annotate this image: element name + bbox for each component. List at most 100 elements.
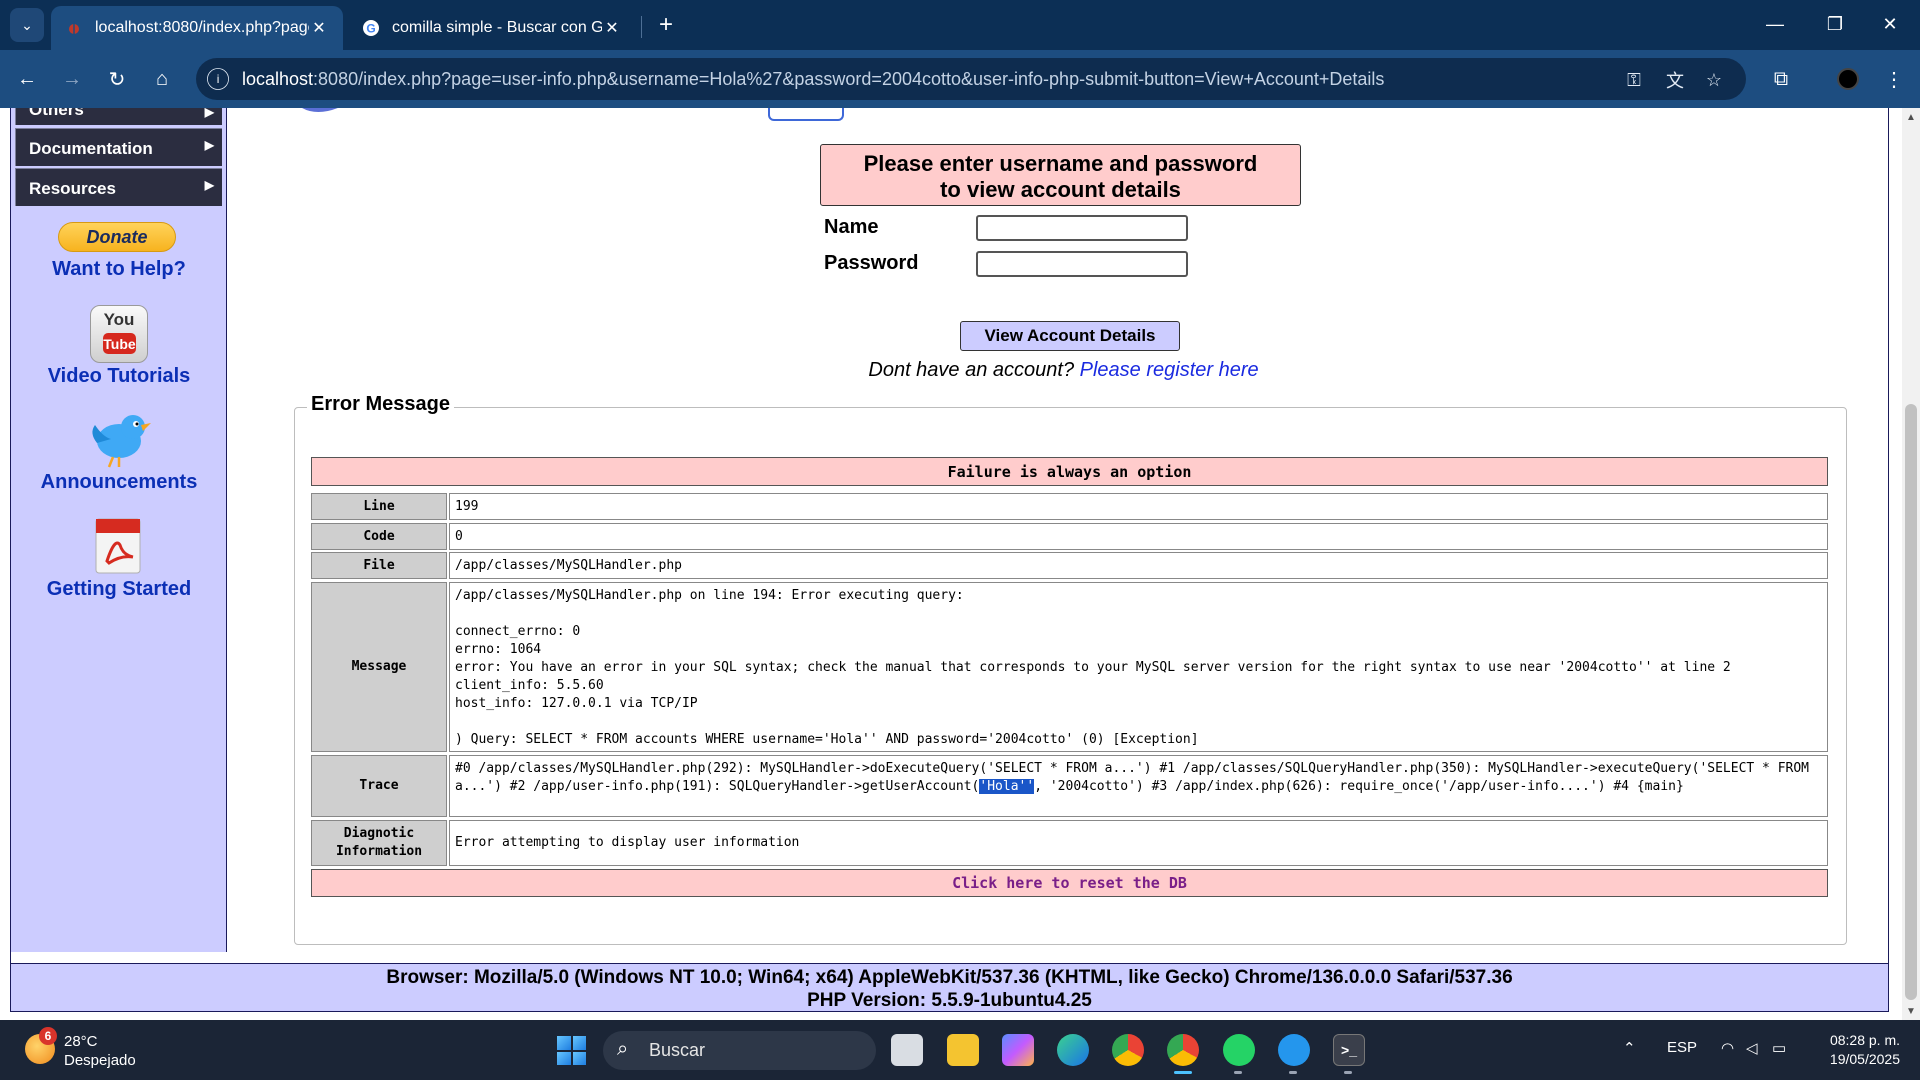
site-logo-fragment	[302, 108, 338, 112]
register-link[interactable]: Please register here	[1080, 359, 1259, 381]
more-menu-icon[interactable]: ⋮	[1879, 64, 1909, 94]
windows-taskbar: 6 28°C Despejado ⌕ Buscar >_ ⌃ ESP ◠ ◁ ▭…	[0, 1020, 1920, 1080]
donate-button[interactable]: Donate	[58, 222, 176, 252]
tab-google-search[interactable]: G comilla simple - Buscar con Google ✕	[348, 6, 636, 50]
home-button[interactable]: ⌂	[146, 63, 178, 95]
caret-right-icon: ▶	[204, 138, 214, 152]
youtube-you-text: You	[103, 310, 135, 329]
taskbar-search[interactable]: ⌕ Buscar	[603, 1031, 876, 1070]
weather-badge: 6	[39, 1027, 57, 1045]
line-value: 199	[449, 493, 1828, 520]
page-scrollbar[interactable]: ▲ ▼	[1902, 108, 1920, 1020]
name-input[interactable]	[976, 215, 1188, 241]
task-view-icon[interactable]	[891, 1034, 923, 1066]
scroll-up-icon[interactable]: ▲	[1902, 108, 1920, 126]
weather-temperature: 28°C	[64, 1033, 98, 1050]
minimize-icon: —	[1766, 13, 1784, 34]
volume-icon[interactable]: ◁	[1746, 1039, 1758, 1057]
file-explorer-icon[interactable]	[947, 1034, 979, 1066]
caret-right-icon: ▶	[204, 108, 214, 119]
menu-item-label: Resources	[29, 179, 116, 198]
menu-item-resources[interactable]: Resources ▶	[15, 168, 222, 206]
youtube-icon[interactable]: You Tube	[90, 305, 148, 363]
plus-icon: +	[658, 11, 673, 38]
error-header: Failure is always an option	[311, 457, 1828, 486]
site-info-icon[interactable]: i	[207, 68, 229, 90]
password-input[interactable]	[976, 251, 1188, 277]
restore-button[interactable]: ❐	[1805, 0, 1865, 48]
tab-title: comilla simple - Buscar con Google	[392, 19, 602, 36]
page-viewport: Others ▶ Documentation ▶ Resources ▶ Don…	[0, 108, 1902, 1020]
video-tutorials-link[interactable]: Video Tutorials	[11, 365, 227, 388]
scroll-down-icon[interactable]: ▼	[1902, 1002, 1920, 1020]
language-indicator[interactable]: ESP	[1667, 1039, 1697, 1056]
file-value: /app/classes/MySQLHandler.php	[449, 552, 1828, 579]
tab-title: localhost:8080/index.php?page	[95, 19, 309, 36]
weather-widget[interactable]: 28°C Despejado	[64, 1032, 136, 1070]
whatsapp-icon[interactable]	[1223, 1034, 1255, 1066]
translate-icon[interactable]: 文	[1663, 68, 1687, 92]
bookmark-star-icon[interactable]: ☆	[1702, 68, 1726, 92]
chrome-profile-icon[interactable]	[1167, 1034, 1199, 1066]
bug-favicon-icon	[69, 21, 79, 35]
url-path: :8080/index.php?page=user-info.php&usern…	[313, 69, 1385, 89]
register-prompt: Dont have an account? Please register he…	[227, 359, 1888, 382]
tab-strip: ⌄ localhost:8080/index.php?page ✕ G comi…	[0, 0, 1920, 50]
clock-date: 19/05/2025	[1829, 1051, 1900, 1067]
minimize-button[interactable]: —	[1745, 0, 1805, 48]
new-tab-button[interactable]: +	[651, 10, 681, 40]
view-account-details-button[interactable]: View Account Details	[960, 321, 1180, 351]
running-indicator	[1344, 1071, 1352, 1074]
menu-item-label: Others	[29, 108, 84, 119]
close-icon: ✕	[1882, 13, 1898, 34]
chevron-up-icon[interactable]: ⌃	[1623, 1039, 1636, 1057]
announcements-link[interactable]: Announcements	[11, 471, 227, 494]
footer: Browser: Mozilla/5.0 (Windows NT 10.0; W…	[10, 963, 1889, 1012]
extensions-icon[interactable]: ⧉	[1766, 64, 1796, 94]
restore-icon: ❐	[1826, 13, 1844, 34]
link-label: Video Tutorials	[47, 365, 191, 387]
taskbar-clock[interactable]: 08:28 p. m. 19/05/2025	[1800, 1031, 1900, 1069]
pdf-icon[interactable]	[93, 517, 147, 575]
url-host: localhost	[242, 69, 314, 89]
page-frame: Others ▶ Documentation ▶ Resources ▶ Don…	[10, 108, 1889, 980]
start-windows-icon[interactable]	[557, 1036, 586, 1065]
diagnostic-value: Error attempting to display user informa…	[449, 820, 1828, 866]
trace-selected-text: 'Hola''	[979, 779, 1035, 794]
youtube-tube-text: Tube	[103, 333, 136, 354]
docker-icon[interactable]	[1278, 1034, 1310, 1066]
running-indicator	[1289, 1071, 1297, 1074]
tab-search-button[interactable]: ⌄	[10, 8, 44, 42]
back-button[interactable]: ←	[11, 63, 43, 95]
edge-icon[interactable]	[1057, 1034, 1089, 1066]
line-label: Line	[311, 493, 447, 520]
password-key-icon[interactable]: ⚿	[1622, 68, 1646, 92]
url-text[interactable]: localhost:8080/index.php?page=user-info.…	[242, 69, 1384, 90]
close-tab-icon[interactable]: ✕	[602, 18, 622, 38]
code-value: 0	[449, 523, 1828, 550]
getting-started-link[interactable]: Getting Started	[11, 578, 227, 601]
close-window-button[interactable]: ✕	[1860, 0, 1920, 48]
close-tab-icon[interactable]: ✕	[309, 18, 329, 38]
wifi-icon[interactable]: ◠	[1721, 1039, 1734, 1057]
running-indicator	[1234, 1071, 1242, 1074]
menu-item-documentation[interactable]: Documentation ▶	[15, 128, 222, 166]
reload-button[interactable]: ↻	[101, 63, 133, 95]
trace-text: , '2004cotto') #3 /app/index.php(626): r…	[1034, 779, 1684, 794]
want-to-help-link[interactable]: Want to Help?	[11, 258, 227, 281]
caret-right-icon: ▶	[204, 178, 214, 192]
scroll-thumb[interactable]	[1905, 404, 1917, 1000]
menu-item-others[interactable]: Others ▶	[15, 108, 222, 125]
tab-localhost[interactable]: localhost:8080/index.php?page ✕	[51, 6, 343, 50]
battery-icon[interactable]: ▭	[1772, 1039, 1786, 1057]
reset-db-link[interactable]: Click here to reset the DB	[311, 869, 1828, 897]
twitter-bird-icon[interactable]	[89, 407, 153, 469]
profile-avatar[interactable]	[1833, 64, 1863, 94]
google-favicon-icon: G	[363, 20, 379, 36]
terminal-icon[interactable]: >_	[1333, 1034, 1365, 1066]
address-bar[interactable]: i localhost:8080/index.php?page=user-inf…	[196, 58, 1746, 100]
login-title-line1: Please enter username and password	[863, 151, 1258, 176]
forward-button[interactable]: →	[56, 63, 88, 95]
chrome-icon[interactable]	[1112, 1034, 1144, 1066]
copilot-icon[interactable]	[1002, 1034, 1034, 1066]
